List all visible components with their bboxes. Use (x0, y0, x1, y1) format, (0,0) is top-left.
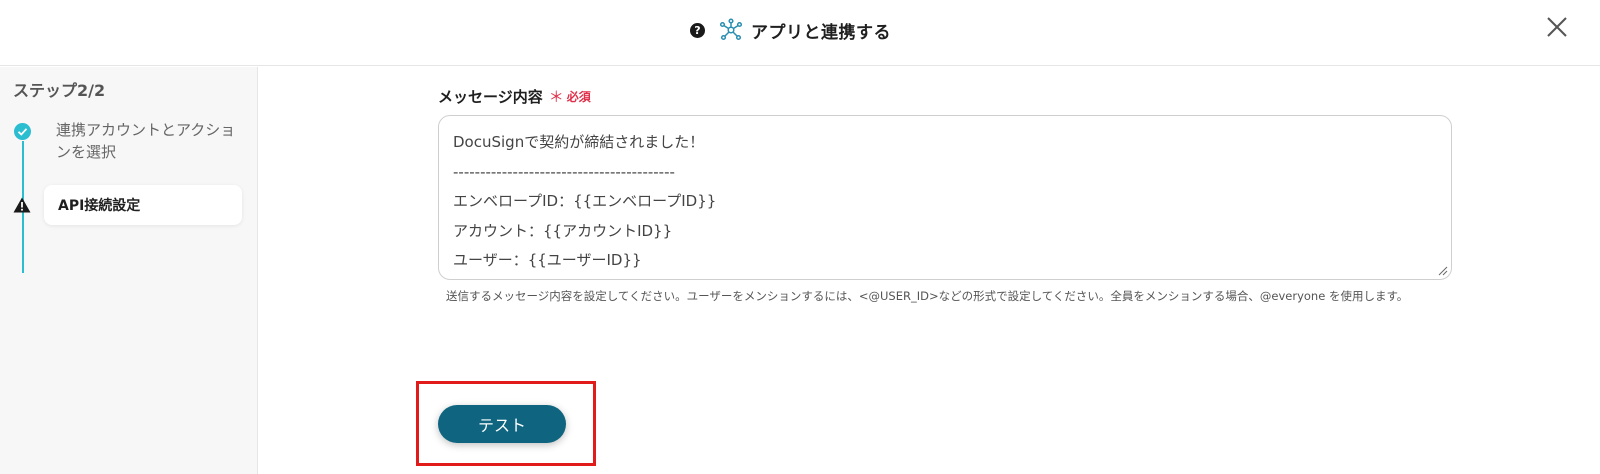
warning-triangle-icon (13, 197, 31, 213)
message-field-label: メッセージ内容 (438, 88, 543, 106)
resize-handle-icon[interactable] (1438, 266, 1448, 276)
message-field-label-row: メッセージ内容 ＊ 必須 (438, 86, 591, 107)
modal-title: アプリと連携する (751, 22, 891, 43)
required-badge: 必須 (566, 90, 591, 104)
message-line: ----------------------------------------… (453, 162, 675, 181)
modal-header: ? アプリと連携する (0, 0, 1600, 66)
step-item-api-settings[interactable]: API接続設定 (44, 185, 242, 225)
message-line: ユーザー：{{ユーザーID}} (453, 251, 642, 269)
step-item-label: API接続設定 (58, 198, 141, 214)
step-counter: ステップ2/2 (13, 81, 106, 100)
check-circle-icon (14, 123, 31, 140)
message-textarea[interactable]: DocuSignで契約が締結されました！ -------------------… (438, 115, 1452, 280)
close-icon[interactable] (1544, 14, 1570, 40)
message-help-text: 送信するメッセージ内容を設定してください。ユーザーをメンションするには、<@US… (446, 289, 1409, 303)
required-asterisk: ＊ (548, 88, 564, 106)
question-circle-icon[interactable]: ? (690, 22, 705, 38)
app-link-modal: ? アプリと連携する ステップ2/2 連携アカウントとアクションを選択 API接… (0, 0, 1600, 474)
message-line: エンベロープID：{{エンベロープID}} (453, 192, 717, 210)
message-line: アカウント：{{アカウントID}} (453, 221, 673, 240)
network-hub-icon (719, 18, 743, 41)
step-sidebar: ステップ2/2 連携アカウントとアクションを選択 API接続設定 (0, 67, 258, 474)
step-item-select-account[interactable]: 連携アカウントとアクションを選択 (56, 119, 236, 163)
test-button[interactable]: テスト (438, 405, 566, 443)
header-title-group: ? アプリと連携する (690, 16, 891, 44)
message-line: DocuSignで契約が締結されました！ (453, 133, 705, 151)
